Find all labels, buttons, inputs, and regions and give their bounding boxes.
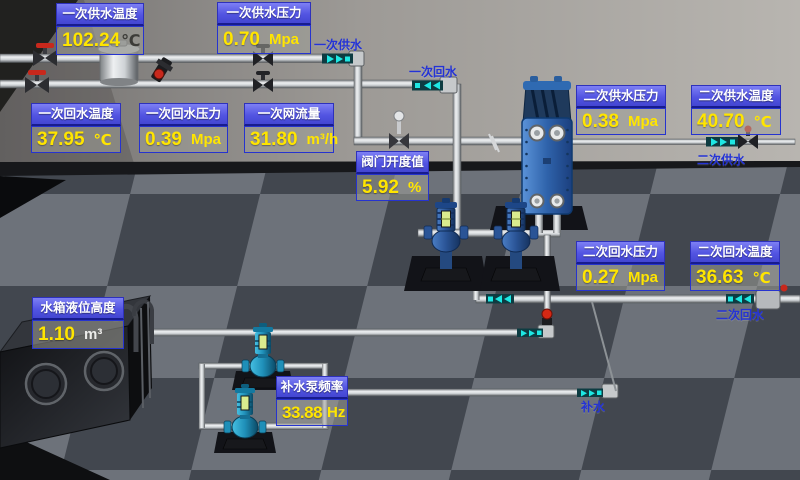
measure-value-box: 33.88 Hz <box>276 399 348 426</box>
measure-value: 40.70 <box>697 111 745 133</box>
pipe-loop-left <box>199 364 205 428</box>
pipe-label-secondary-return: 二次回水 <box>716 306 764 323</box>
pipe-label-makeup-water: 补水 <box>581 398 605 415</box>
measure-label: 二次供水压力 <box>576 85 666 108</box>
measure-unit: m³ <box>84 326 102 343</box>
measure-label: 二次回水温度 <box>690 241 780 264</box>
measure-unit: Mpa <box>269 31 299 48</box>
primary-supply-temp-box: 一次供水温度 102.24 ℃ <box>56 3 144 55</box>
plant-scene <box>0 0 800 480</box>
heat-exchanger <box>522 76 572 233</box>
measure-unit: Mpa <box>628 113 658 130</box>
measure-unit: ℃ <box>753 269 771 287</box>
flow-arrow-primary-supply <box>322 54 353 64</box>
pipe-tank-outlet <box>146 329 546 336</box>
hmi-screen: 一次供水温度 102.24 ℃ 一次供水压力 0.70 Mpa 一次回水温度 3… <box>0 0 800 480</box>
measure-unit: ℃ <box>754 113 772 131</box>
pipe-label-primary-supply: 一次供水 <box>314 36 362 53</box>
primary-flow-box: 一次网流量 31.80 m³/h <box>244 103 334 153</box>
flow-arrow-tank-outlet <box>517 329 543 338</box>
measure-label: 一次供水压力 <box>217 2 311 25</box>
drain-valve[interactable] <box>154 69 164 79</box>
pipe-label-primary-return: 一次回水 <box>409 63 457 80</box>
return-tee-valve <box>781 285 788 292</box>
measure-label: 一次供水温度 <box>56 3 144 26</box>
flow-arrow-secondary-supply <box>706 137 738 147</box>
flow-arrow-secondary-return-left <box>486 294 514 304</box>
measure-value: 0.27 <box>582 267 619 289</box>
measure-value: 37.95 <box>37 129 85 151</box>
valve-opening-box: 阀门开度值 5.92 % <box>356 151 429 201</box>
measure-value-box: 31.80 m³/h <box>244 126 334 153</box>
measure-unit: Mpa <box>191 131 221 148</box>
measure-unit: ℃ <box>121 31 140 51</box>
measure-value-box: 1.10 m³ <box>32 320 124 349</box>
secondary-return-temp-box: 二次回水温度 36.63 ℃ <box>690 241 780 291</box>
pipe-to-heat-exchanger <box>354 137 532 145</box>
measure-unit: m³/h <box>307 131 339 148</box>
measure-label: 一次网流量 <box>244 103 334 126</box>
measure-value: 36.63 <box>696 267 744 289</box>
measure-value: 33.88 <box>282 403 322 423</box>
measure-value-box: 36.63 ℃ <box>690 264 780 291</box>
measure-unit: ℃ <box>94 131 112 149</box>
measure-value: 1.10 <box>38 324 75 346</box>
flow-arrow-secondary-return-right <box>726 294 754 304</box>
secondary-supply-temp-box: 二次供水温度 40.70 ℃ <box>691 85 781 135</box>
tank-level-box: 水箱液位高度 1.10 m³ <box>32 297 124 349</box>
makeup-pump-freq-box: 补水泵频率 33.88 Hz <box>276 376 348 426</box>
pipe-primary-return <box>0 80 446 88</box>
primary-supply-press-box: 一次供水压力 0.70 Mpa <box>217 2 311 54</box>
measure-label: 补水泵频率 <box>276 376 348 399</box>
pipe-makeup-water <box>322 389 606 396</box>
hx-top-frame <box>523 81 571 90</box>
makeup-ball-valve[interactable] <box>542 309 552 325</box>
measure-label: 一次回水压力 <box>139 103 228 126</box>
flow-arrow-primary-return <box>412 81 443 91</box>
measure-value-box: 40.70 ℃ <box>691 108 781 135</box>
pipe-label-secondary-supply: 二次供水 <box>697 151 745 168</box>
measure-value-box: 0.70 Mpa <box>217 25 311 54</box>
measure-value: 0.70 <box>223 29 260 51</box>
measure-unit: % <box>408 179 421 196</box>
measure-value: 5.92 <box>362 177 399 199</box>
measure-value: 102.24 <box>62 30 120 52</box>
measure-value-box: 0.38 Mpa <box>576 108 666 135</box>
measure-unit: Mpa <box>628 269 658 286</box>
measure-value: 0.39 <box>145 129 182 151</box>
measure-value: 31.80 <box>250 129 298 151</box>
measure-unit: Hz <box>327 404 345 421</box>
measure-value-box: 0.39 Mpa <box>139 126 228 153</box>
primary-return-press-box: 一次回水压力 0.39 Mpa <box>139 103 228 153</box>
flow-arrow-makeup <box>577 389 603 398</box>
measure-label: 水箱液位高度 <box>32 297 124 320</box>
secondary-return-press-box: 二次回水压力 0.27 Mpa <box>576 241 665 291</box>
measure-value-box: 37.95 ℃ <box>31 126 121 153</box>
secondary-supply-press-box: 二次供水压力 0.38 Mpa <box>576 85 666 135</box>
pipe-secondary-supply <box>563 139 795 145</box>
primary-return-temp-box: 一次回水温度 37.95 ℃ <box>31 103 121 153</box>
measure-label: 二次回水压力 <box>576 241 665 264</box>
measure-value-box: 5.92 % <box>356 174 429 201</box>
measure-label: 阀门开度值 <box>356 151 429 174</box>
measure-label: 一次回水温度 <box>31 103 121 126</box>
measure-value-box: 102.24 ℃ <box>56 26 144 55</box>
pipe-primary-supply-drop <box>354 58 362 142</box>
measure-value-box: 0.27 Mpa <box>576 264 665 291</box>
measure-value: 0.38 <box>582 111 619 133</box>
measure-label: 二次供水温度 <box>691 85 781 108</box>
